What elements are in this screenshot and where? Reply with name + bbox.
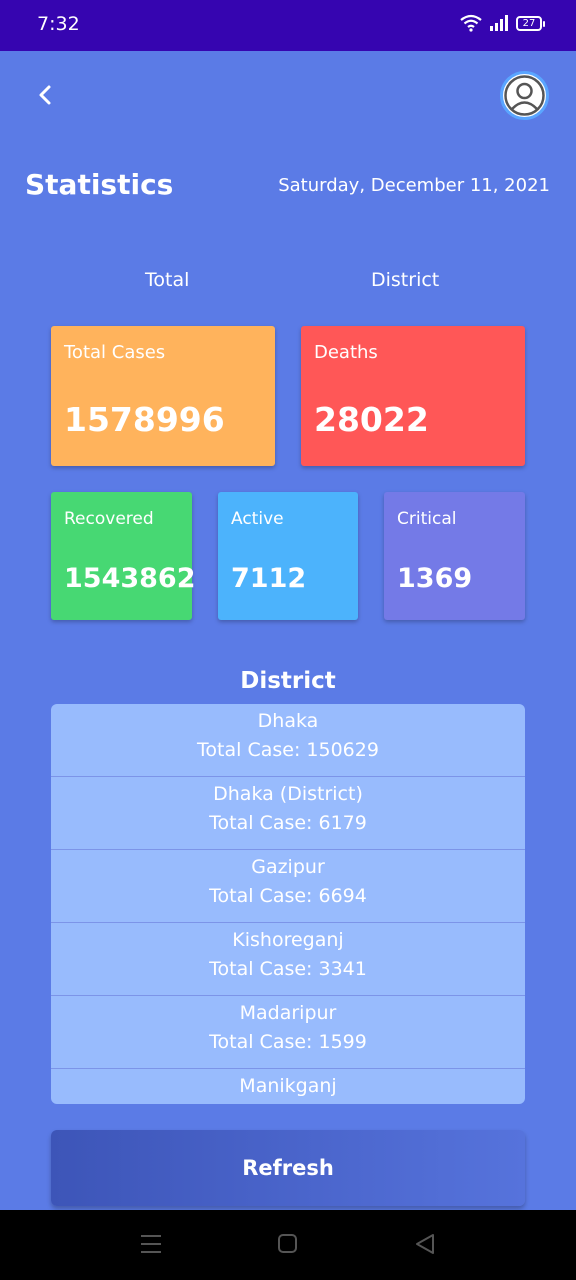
list-item[interactable]: Madaripur Total Case: 1599 [51, 996, 525, 1069]
deaths-value: 28022 [314, 400, 429, 439]
district-total-case: Total Case: 3341 [209, 958, 367, 980]
page-title: Statistics [25, 168, 174, 201]
district-total-case: Total Case: 1599 [209, 1031, 367, 1053]
battery-icon: 27 [516, 15, 545, 31]
menu-icon[interactable] [140, 1232, 162, 1256]
critical-card: Critical 1369 [384, 492, 525, 620]
status-time: 7:32 [37, 13, 80, 35]
status-icons: 27 [460, 14, 545, 32]
active-value: 7112 [231, 563, 307, 594]
status-bar: 7:32 27 [0, 0, 576, 51]
district-name: Dhaka [257, 710, 319, 732]
refresh-button[interactable]: Refresh [51, 1130, 525, 1206]
district-heading: District [240, 668, 336, 694]
district-name: Gazipur [251, 856, 325, 878]
list-item[interactable]: Manikganj [51, 1069, 525, 1104]
district-name: Madaripur [239, 1002, 337, 1024]
profile-avatar-button[interactable] [500, 71, 549, 120]
signal-icon [490, 15, 508, 31]
deaths-label: Deaths [314, 342, 378, 363]
total-cases-label: Total Cases [64, 342, 166, 363]
chevron-left-icon [39, 85, 51, 105]
list-item[interactable]: Dhaka (District) Total Case: 6179 [51, 777, 525, 850]
wifi-icon [460, 14, 482, 32]
tab-district[interactable]: District [371, 269, 439, 291]
district-total-case: Total Case: 150629 [197, 739, 379, 761]
active-label: Active [231, 509, 284, 529]
district-name: Dhaka (District) [213, 783, 363, 805]
deaths-card: Deaths 28022 [301, 326, 525, 466]
critical-value: 1369 [397, 563, 473, 594]
battery-level: 27 [522, 17, 536, 29]
district-name: Kishoreganj [232, 929, 344, 951]
list-item[interactable]: Kishoreganj Total Case: 3341 [51, 923, 525, 996]
home-icon[interactable] [277, 1232, 299, 1256]
list-item[interactable]: Dhaka Total Case: 150629 [51, 704, 525, 777]
back-triangle-icon[interactable] [414, 1232, 436, 1256]
list-item[interactable]: Gazipur Total Case: 6694 [51, 850, 525, 923]
critical-label: Critical [397, 509, 457, 529]
total-cases-value: 1578996 [64, 400, 225, 439]
recovered-label: Recovered [64, 509, 154, 529]
active-card: Active 7112 [218, 492, 358, 620]
recovered-value: 1543862 [64, 563, 196, 594]
date-label: Saturday, December 11, 2021 [278, 175, 550, 196]
district-total-case: Total Case: 6694 [209, 885, 367, 907]
back-button[interactable] [30, 78, 60, 112]
tab-total[interactable]: Total [145, 269, 189, 291]
recovered-card: Recovered 1543862 [51, 492, 196, 620]
total-cases-card: Total Cases 1578996 [51, 326, 275, 466]
user-avatar-icon [504, 75, 545, 116]
district-name: Manikganj [239, 1075, 337, 1097]
system-nav-bar [0, 1210, 576, 1280]
district-list[interactable]: Dhaka Total Case: 150629 Dhaka (District… [51, 704, 525, 1104]
district-total-case: Total Case: 6179 [209, 812, 367, 834]
